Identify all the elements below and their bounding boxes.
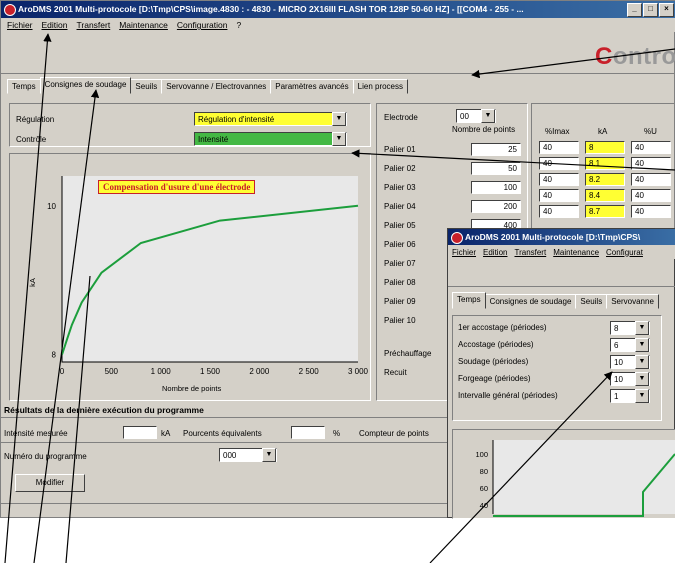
annotation-arrow <box>429 371 613 563</box>
annotation-arrow <box>351 149 675 171</box>
annotation-arrow <box>471 48 675 79</box>
annotation-arrow <box>65 275 91 563</box>
annotation-arrow <box>4 33 52 563</box>
annotation-arrow <box>33 89 100 563</box>
annotation-arrows <box>4 33 675 563</box>
